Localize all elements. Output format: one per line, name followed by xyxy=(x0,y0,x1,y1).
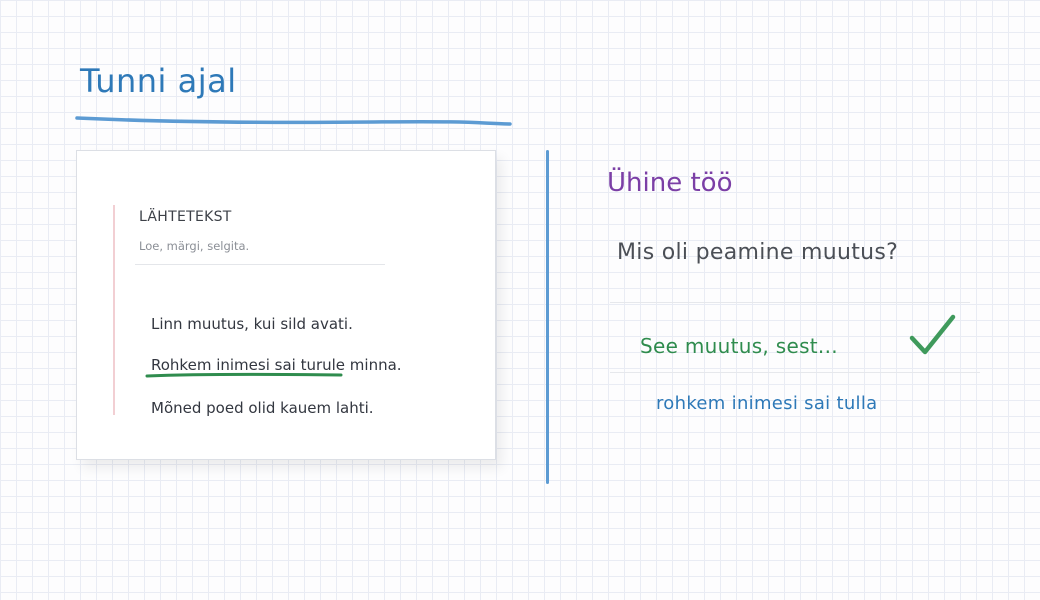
highlight-underline xyxy=(145,372,343,378)
source-text-card: LÄHTETEKST Loe, märgi, selgita. Linn muu… xyxy=(76,150,496,460)
panel-divider xyxy=(546,150,549,484)
source-line-2-rest: minna. xyxy=(345,356,402,374)
source-line-3: Mõned poed olid kauem lahti. xyxy=(151,399,374,417)
question-rule xyxy=(610,302,970,303)
card-subtitle-rule xyxy=(135,264,385,265)
question-text: Mis oli peamine muutus? xyxy=(617,240,899,265)
section-title: Ühine töö xyxy=(607,168,733,198)
page-title: Tunni ajal xyxy=(80,62,237,100)
card-subtitle: Loe, märgi, selgita. xyxy=(139,239,250,253)
answer-continuation-text: rohkem inimesi sai tulla xyxy=(656,393,878,414)
source-line-1: Linn muutus, kui sild avati. xyxy=(151,315,353,333)
answer-rule xyxy=(610,372,980,373)
check-icon xyxy=(909,314,956,355)
answer-start-text: See muutus, sest... xyxy=(640,334,838,358)
title-underline xyxy=(75,116,512,126)
card-margin-line xyxy=(113,205,115,415)
card-label: LÄHTETEKST xyxy=(139,209,232,225)
